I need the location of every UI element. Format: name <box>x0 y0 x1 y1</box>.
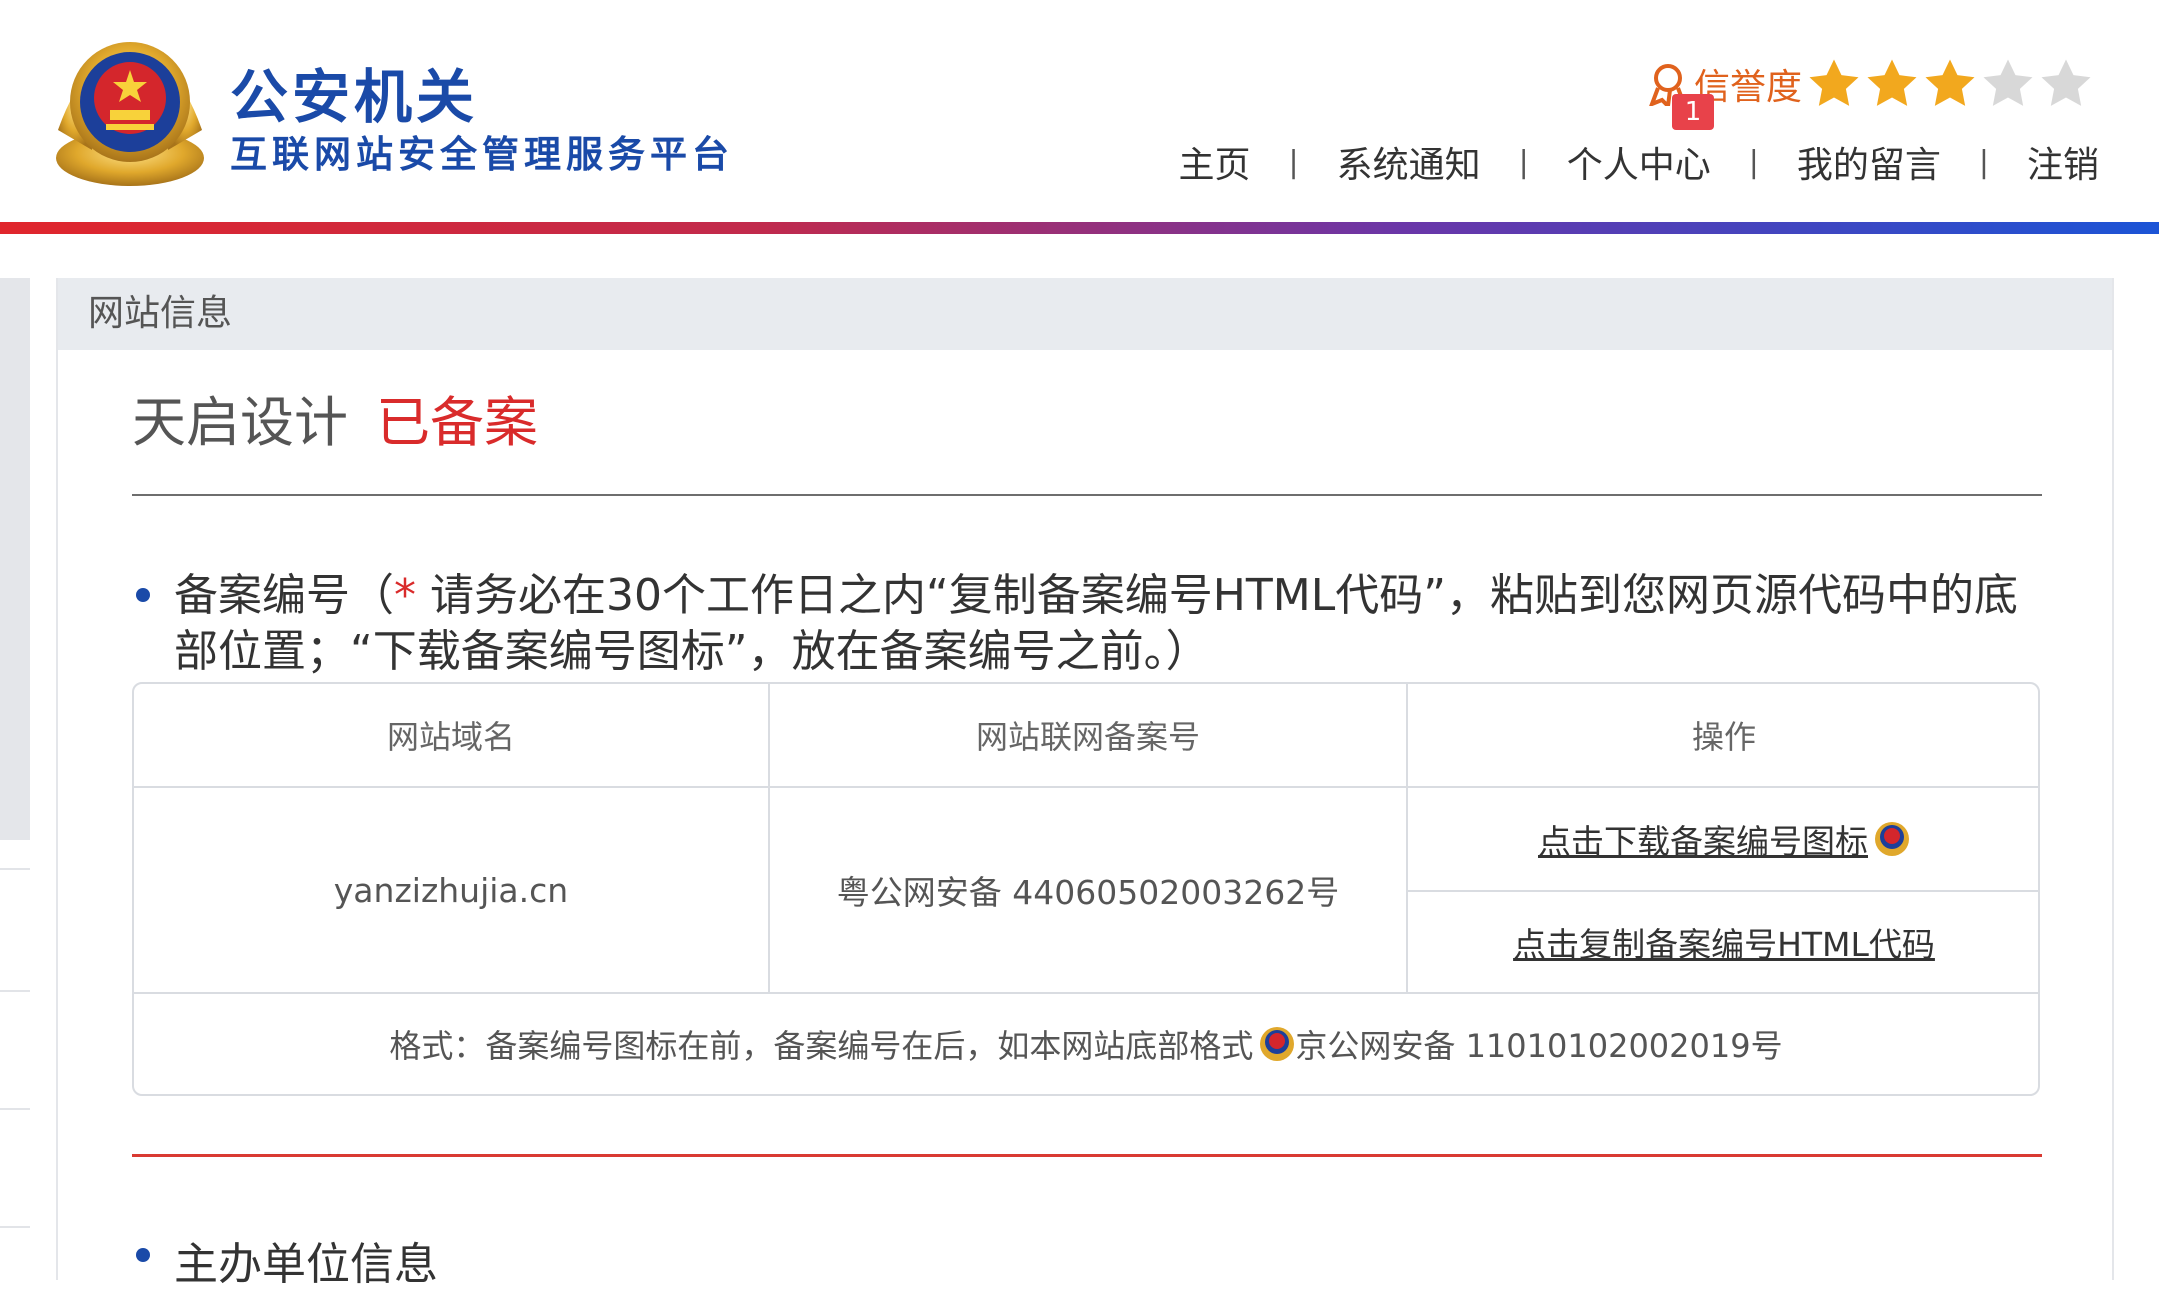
police-emblem-icon <box>1875 822 1909 856</box>
filing-instruction: 请务必在30个工作日之内“复制备案编号HTML代码”，粘贴到您网页源代码中的底部… <box>174 570 2019 677</box>
header-filing-number: 网站联网备案号 <box>975 718 1200 756</box>
divider <box>132 494 2042 496</box>
nav-separator: | <box>1288 144 1299 180</box>
status-badge: 已备案 <box>376 391 538 454</box>
police-emblem-icon <box>1260 1027 1295 1061</box>
nav-separator: | <box>1748 144 1759 180</box>
police-emblem-icon <box>56 42 204 186</box>
organizer-section-title: 主办单位信息 <box>174 1239 438 1290</box>
filing-title: 备案编号（ <box>174 570 394 621</box>
domain-cell: yanzizhujia.cn <box>333 870 569 910</box>
brand-subtitle: 互联网站安全管理服务平台 <box>230 133 734 176</box>
notification-badge: 1 <box>1672 94 1714 130</box>
star-icon <box>1809 59 1859 106</box>
filing-table: 网站域名 网站联网备案号 操作 yanzizhujia.cn 粤公网安备 440… <box>132 682 2040 1096</box>
download-action-cell: 点击下载备案编号图标 <box>1408 788 2038 890</box>
copy-action-cell: 点击复制备案编号HTML代码 <box>1408 892 2038 992</box>
nav-separator: | <box>1518 144 1529 180</box>
sidebar-divider <box>0 1226 30 1228</box>
star-icon <box>1867 59 1917 106</box>
top-nav: 主页 | 系统通知 | 个人中心 | 我的留言 | 注销 <box>1178 136 2099 188</box>
sidebar-divider <box>0 868 30 870</box>
download-icon-link[interactable]: 点击下载备案编号图标 <box>1538 815 1868 863</box>
sidebar <box>0 278 30 840</box>
star-icon <box>2041 59 2091 106</box>
nav-system-notice[interactable]: 系统通知 <box>1337 136 1481 188</box>
filing-section-title: 备案编号（* 请务必在30个工作日之内“复制备案编号HTML代码”，粘贴到您网页… <box>174 568 2054 680</box>
nav-my-messages[interactable]: 我的留言 <box>1797 136 1941 188</box>
nav-personal-center[interactable]: 个人中心 <box>1567 136 1711 188</box>
credit-rating: 信誉度 <box>1648 54 2096 114</box>
sidebar-divider <box>0 990 30 992</box>
nav-logout[interactable]: 注销 <box>2027 136 2099 188</box>
star-rating <box>1806 56 2096 112</box>
star-icon <box>1983 59 2033 106</box>
required-mark: * <box>394 570 416 621</box>
site-name: 天启设计 <box>132 391 348 454</box>
star-icon <box>1925 59 1975 106</box>
divider <box>132 1154 2042 1157</box>
bullet-icon <box>136 588 150 602</box>
table-divider <box>768 684 770 992</box>
format-note-row: 格式：备案编号图标在前，备案编号在后，如本网站底部格式 京公网安备 110101… <box>134 994 2038 1094</box>
header-actions: 操作 <box>1691 718 1756 756</box>
nav-home[interactable]: 主页 <box>1178 136 1250 188</box>
filing-number-cell: 粤公网安备 44060502003262号 <box>836 873 1340 912</box>
header-divider <box>0 222 2159 234</box>
format-note: 格式：备案编号图标在前，备案编号在后，如本网站底部格式 <box>389 1027 1254 1065</box>
table-divider <box>1406 684 1408 992</box>
header: 公安机关 互联网站安全管理服务平台 信誉度 1 主页 | 系统通知 | 个人中心… <box>0 0 2159 222</box>
nav-separator: | <box>1978 144 1989 180</box>
panel-heading: 网站信息 <box>58 278 2112 350</box>
brand-title: 公安机关 <box>230 63 479 131</box>
bullet-icon <box>136 1248 150 1262</box>
site-info-panel: 网站信息 天启设计 已备案 备案编号（* 请务必在30个工作日之内“复制备案编号… <box>56 278 2114 1290</box>
format-example: 京公网安备 11010102002019号 <box>1295 1027 1783 1065</box>
copy-html-link[interactable]: 点击复制备案编号HTML代码 <box>1513 918 1935 966</box>
header-domain: 网站域名 <box>386 718 515 756</box>
sidebar-divider <box>0 1108 30 1110</box>
